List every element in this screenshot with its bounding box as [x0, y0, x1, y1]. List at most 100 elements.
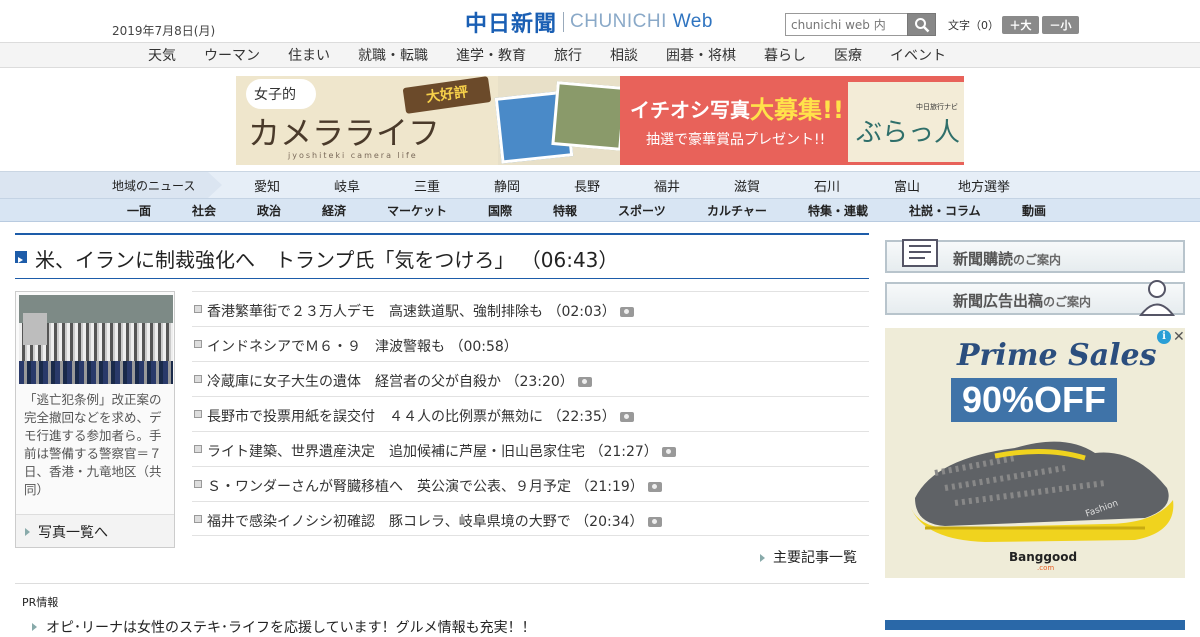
news-item[interactable]: インドネシアでＭ６・９ 津波警報も （00:58） [192, 326, 869, 361]
section-international[interactable]: 国際 [488, 202, 512, 219]
advertise-label: 新聞広告出稿 [953, 292, 1044, 310]
section-economy[interactable]: 経済 [322, 202, 346, 219]
news-item[interactable]: 香港繁華街で２３万人デモ 高速鉄道駅、強制排除も （02:03） [192, 291, 869, 326]
site-logo[interactable]: 中日新聞 CHUNICHI Web [465, 9, 713, 37]
section-video[interactable]: 動画 [1022, 202, 1046, 219]
section-features[interactable]: 特集・連載 [808, 202, 868, 219]
shoe-image [911, 441, 1174, 542]
nav-travel[interactable]: 旅行 [554, 45, 582, 65]
camera-icon [619, 307, 634, 317]
section-society[interactable]: 社会 [192, 202, 216, 219]
region-gifu[interactable]: 岐阜 [334, 176, 360, 195]
banner-title: カメラライフ [248, 114, 441, 152]
nav-weather[interactable]: 天気 [148, 45, 176, 65]
font-smaller-button[interactable]: －小 [1042, 16, 1079, 34]
subscribe-suffix: のご案内 [1013, 253, 1062, 267]
news-item[interactable]: 長野市で投票用紙を誤交付 ４４人の比例票が無効に （22:35） [192, 396, 869, 431]
section-market[interactable]: マーケット [387, 202, 447, 219]
region-shiga[interactable]: 滋賀 [734, 176, 760, 195]
news-title: ライト建築、世界遺産決定 追加候補に芦屋・旧山邑家住宅 [207, 444, 585, 460]
nav-consult[interactable]: 相談 [610, 45, 638, 65]
nav-medical[interactable]: 医療 [834, 45, 862, 65]
bullet-icon [194, 340, 202, 348]
news-item[interactable]: ライト建築、世界遺産決定 追加候補に芦屋・旧山邑家住宅 （21:27） [192, 431, 869, 466]
section-front[interactable]: 一面 [127, 202, 151, 219]
photo-list-link[interactable]: 写真一覧へ [16, 514, 174, 547]
chevron-right-icon [760, 554, 765, 562]
news-item[interactable]: Ｓ・ワンダーさんが腎臓移植へ 英公演で公表、９月予定 （21:19） [192, 466, 869, 501]
pr-link[interactable]: オピ･リーナは女性のステキ･ライフを応援しています！グルメ情報も充実！！ [32, 617, 536, 637]
camera-icon [661, 447, 676, 457]
logo-divider [563, 12, 565, 32]
nav-living[interactable]: 暮らし [764, 45, 806, 65]
banner-headline-a: イチオシ写真 [630, 98, 750, 122]
section-sports[interactable]: スポーツ [618, 202, 666, 219]
search-input[interactable] [785, 13, 908, 36]
sidebar-bottom-banner[interactable] [885, 620, 1185, 630]
camera-life-banner[interactable]: 女子的 カメラライフ jyoshiteki camera life 大好評 イチ… [236, 76, 964, 165]
current-date: 2019年7月8日(月) [112, 24, 216, 38]
chevron-right-icon [25, 528, 30, 536]
nav-go-shogi[interactable]: 囲碁・将棋 [666, 45, 736, 65]
news-photo[interactable] [19, 295, 173, 384]
photo-police-line [19, 361, 173, 384]
camera-icon [647, 517, 662, 527]
section-culture[interactable]: カルチャー [707, 202, 767, 219]
newspaper-icon [902, 239, 938, 267]
photo-caption: 「逃亡犯条例」改正案の完全撤回などを求め、デモ行進する参加者ら。手前は警備する警… [24, 392, 162, 497]
news-time: （02:03） [547, 304, 616, 320]
region-mie[interactable]: 三重 [414, 176, 440, 195]
news-time: （23:20） [505, 374, 574, 390]
region-elections[interactable]: 地方選挙 [958, 176, 1010, 195]
headline-arrow-icon [15, 251, 27, 263]
logo-english: CHUNICHI Web [570, 11, 713, 32]
divider [15, 583, 869, 584]
news-title: 冷蔵庫に女子大生の遺体 経営者の父が自殺か [207, 374, 501, 390]
ad-heading: Prime Sales [957, 338, 1157, 373]
ad-close-icon[interactable]: ✕ [1173, 329, 1185, 345]
region-nagano[interactable]: 長野 [574, 176, 600, 195]
region-label: 地域のニュース [112, 179, 196, 193]
search-icon [914, 17, 929, 32]
font-larger-button[interactable]: ＋大 [1002, 16, 1039, 34]
ad-brand: Banggood [1009, 550, 1078, 564]
section-editorials[interactable]: 社説・コラム [909, 202, 981, 219]
region-ishikawa[interactable]: 石川 [814, 176, 840, 195]
news-title: 福井で感染イノシシ初確認 豚コレラ、岐阜県境の大野で [207, 514, 571, 530]
banggood-ad[interactable]: i ✕ Prime Sales 90%OFF Fashion Banggood … [885, 328, 1185, 578]
top-story-title: 米、イランに制裁強化へ トランプ氏「気をつけろ」 [35, 248, 515, 272]
banner-subtitle: jyoshiteki camera life [288, 151, 418, 160]
main-articles-link[interactable]: 主要記事一覧 [760, 547, 857, 567]
news-title: 香港繁華街で２３万人デモ 高速鉄道駅、強制排除も [207, 304, 543, 320]
logo-japanese: 中日新聞 [465, 11, 558, 37]
subscribe-button[interactable]: 新聞購読のご案内 [885, 239, 1185, 273]
nav-housing[interactable]: 住まい [288, 45, 330, 65]
news-time: （21:27） [589, 444, 658, 460]
top-story: 米、イランに制裁強化へ トランプ氏「気をつけろ」 （06:43） [15, 233, 869, 279]
nav-jobs[interactable]: 就職・転職 [358, 45, 428, 65]
news-time: （22:35） [547, 409, 616, 425]
news-item[interactable]: 冷蔵庫に女子大生の遺体 経営者の父が自殺か （23:20） [192, 361, 869, 396]
region-fukui[interactable]: 福井 [654, 176, 680, 195]
font-size-label: 文字（0） [948, 19, 999, 32]
region-toyama[interactable]: 富山 [894, 176, 920, 195]
advertise-button[interactable]: 新聞広告出稿のご案内 [885, 280, 1185, 316]
section-special-report[interactable]: 特報 [553, 202, 577, 219]
nav-education[interactable]: 進学・教育 [456, 45, 526, 65]
logo-web: Web [672, 11, 713, 32]
news-time: （21:19） [575, 479, 644, 495]
nav-woman[interactable]: ウーマン [204, 45, 260, 65]
ad-info-icon[interactable]: i [1157, 330, 1171, 344]
nav-events[interactable]: イベント [890, 45, 946, 65]
search-button[interactable] [907, 13, 936, 36]
bullet-icon [194, 445, 202, 453]
subscribe-label: 新聞購読 [953, 250, 1014, 268]
top-story-headline[interactable]: 米、イランに制裁強化へ トランプ氏「気をつけろ」 （06:43） [35, 244, 618, 273]
section-politics[interactable]: 政治 [257, 202, 281, 219]
section-navigation: 一面 社会 政治 経済 マーケット 国際 特報 スポーツ カルチャー 特集・連載… [0, 198, 1200, 222]
region-shizuoka[interactable]: 静岡 [494, 176, 520, 195]
banner-brand: ぶらっ人 [856, 118, 961, 148]
person-icon [1138, 280, 1176, 316]
region-aichi[interactable]: 愛知 [254, 176, 280, 195]
news-item[interactable]: 福井で感染イノシシ初確認 豚コレラ、岐阜県境の大野で （20:34） [192, 501, 869, 536]
